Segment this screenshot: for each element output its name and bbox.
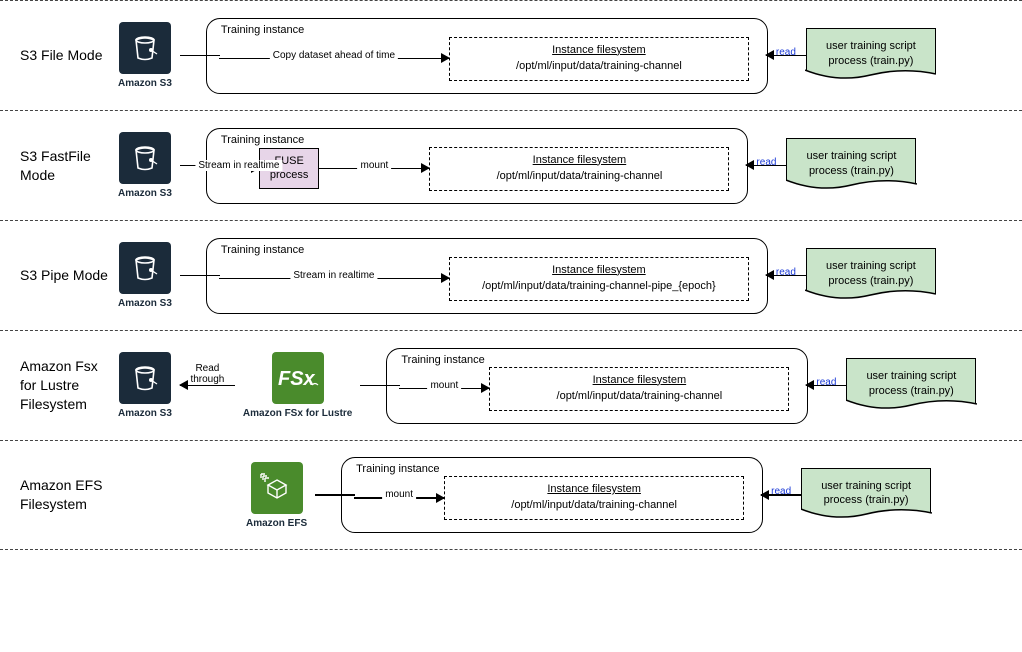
- training-instance-title: Training instance: [221, 24, 304, 36]
- filesystem-path: /opt/ml/input/data/training-channel: [444, 170, 714, 182]
- read-arrow: read: [766, 55, 806, 57]
- arrow-to-instance: mount: [354, 497, 444, 499]
- svg-text:FSx: FSx: [278, 368, 316, 390]
- service-source: Amazon S3: [118, 352, 172, 419]
- arrow-to-instance-caption: mount: [382, 489, 416, 500]
- read-caption: read: [769, 486, 793, 497]
- diagram-row: Amazon EFS Filesystem Amazon EFS Training…: [0, 440, 1022, 550]
- filesystem-path: /opt/ml/input/data/training-channel: [504, 390, 774, 402]
- diagram-row: S3 File Mode Amazon S3 Training instance C…: [0, 0, 1022, 110]
- fsx-icon: FSx: [272, 352, 324, 404]
- user-training-script: user training scriptprocess (train.py): [786, 138, 916, 193]
- back-arrow: Readthrough: [180, 385, 235, 387]
- user-training-script: user training scriptprocess (train.py): [846, 358, 976, 413]
- arrow-to-instance: Stream in realtime: [219, 168, 259, 170]
- back-arrow-caption: Readthrough: [188, 363, 226, 385]
- user-training-script: user training scriptprocess (train.py): [801, 468, 931, 523]
- filesystem-title: Instance filesystem: [459, 483, 729, 495]
- read-caption: read: [814, 377, 838, 388]
- user-training-script: user training scriptprocess (train.py): [806, 248, 936, 303]
- service-caption: Amazon S3: [118, 408, 172, 419]
- mount-arrow: mount: [319, 168, 429, 170]
- script-line-2: process (train.py): [817, 54, 925, 68]
- training-instance-title: Training instance: [221, 244, 304, 256]
- training-instance: Training instance Copy dataset ahead of t…: [206, 18, 768, 94]
- service-source: Amazon S3: [118, 132, 172, 199]
- s3-icon: [119, 242, 171, 294]
- instance-filesystem: Instance filesystem/opt/ml/input/data/tr…: [444, 476, 744, 520]
- script-line-1: user training script: [817, 259, 925, 273]
- instance-filesystem: Instance filesystem/opt/ml/input/data/tr…: [489, 367, 789, 411]
- arrow-to-instance-caption: mount: [427, 380, 461, 391]
- service-caption: Amazon S3: [118, 78, 172, 89]
- read-caption: read: [754, 157, 778, 168]
- row-label: S3 FastFile Mode: [0, 147, 110, 185]
- read-arrow: read: [766, 275, 806, 277]
- script-line-2: process (train.py): [797, 164, 905, 178]
- script-line-2: process (train.py): [817, 274, 925, 288]
- script-line-2: process (train.py): [857, 384, 965, 398]
- script-line-1: user training script: [812, 479, 920, 493]
- user-training-script: user training scriptprocess (train.py): [806, 28, 936, 83]
- row-label: S3 Pipe Mode: [0, 266, 110, 285]
- filesystem-title: Instance filesystem: [504, 374, 774, 386]
- arrow-to-instance: mount: [399, 388, 489, 390]
- training-instance-title: Training instance: [221, 134, 304, 146]
- training-instance: Training instanceStream in realtimeFUSEp…: [206, 128, 749, 204]
- instance-filesystem: Instance filesystem/opt/ml/input/data/tr…: [449, 37, 749, 81]
- service-source: Amazon S3: [118, 242, 172, 309]
- read-arrow: read: [746, 165, 786, 167]
- s3-icon: [119, 352, 171, 404]
- row-label: S3 File Mode: [0, 46, 110, 65]
- training-instance-title: Training instance: [401, 354, 484, 366]
- service-caption: Amazon EFS: [246, 518, 307, 529]
- service-source: Amazon S3: [118, 22, 172, 89]
- arrow-to-instance-caption: Stream in realtime: [195, 160, 282, 171]
- filesystem-path: /opt/ml/input/data/training-channel: [459, 499, 729, 511]
- row-label: Amazon Fsx for Lustre Filesystem: [0, 357, 110, 414]
- service-caption: Amazon S3: [118, 188, 172, 199]
- filesystem-title: Instance filesystem: [444, 154, 714, 166]
- script-line-2: process (train.py): [812, 493, 920, 507]
- mount-caption: mount: [358, 160, 392, 171]
- service-fsx: FSx Amazon FSx for Lustre: [243, 352, 352, 419]
- diagram-row: S3 FastFile Mode Amazon S3 Training insta…: [0, 110, 1022, 220]
- script-line-1: user training script: [817, 39, 925, 53]
- filesystem-path: /opt/ml/input/data/training-channel: [464, 60, 734, 72]
- arrow-to-instance-caption: Copy dataset ahead of time: [270, 50, 398, 61]
- read-caption: read: [774, 267, 798, 278]
- efs-icon: [251, 462, 303, 514]
- filesystem-path: /opt/ml/input/data/training-channel-pipe…: [464, 280, 734, 292]
- filesystem-title: Instance filesystem: [464, 44, 734, 56]
- filesystem-title: Instance filesystem: [464, 264, 734, 276]
- training-instance-title: Training instance: [356, 463, 439, 475]
- arrow-to-instance: Copy dataset ahead of time: [219, 58, 449, 60]
- s3-icon: [119, 22, 171, 74]
- read-caption: read: [774, 47, 798, 58]
- row-label: Amazon EFS Filesystem: [0, 476, 110, 514]
- arrow-to-instance-caption: Stream in realtime: [290, 270, 377, 281]
- instance-filesystem: Instance filesystem/opt/ml/input/data/tr…: [449, 257, 749, 301]
- diagram-row: Amazon Fsx for Lustre Filesystem Amazon …: [0, 330, 1022, 440]
- script-line-1: user training script: [857, 369, 965, 383]
- service-caption: Amazon S3: [118, 298, 172, 309]
- training-instance: Training instancemountInstance filesyste…: [341, 457, 763, 533]
- training-instance: Training instanceStream in realtimeInsta…: [206, 238, 768, 314]
- script-line-1: user training script: [797, 149, 905, 163]
- instance-filesystem: Instance filesystem/opt/ml/input/data/tr…: [429, 147, 729, 191]
- service-caption: Amazon FSx for Lustre: [243, 408, 352, 419]
- arrow-to-instance: Stream in realtime: [219, 278, 449, 280]
- training-instance: Training instancemountInstance filesyste…: [386, 348, 808, 424]
- diagram-row: S3 Pipe Mode Amazon S3 Training instance S…: [0, 220, 1022, 330]
- service-source: Amazon EFS: [246, 462, 307, 529]
- read-arrow: read: [761, 494, 801, 496]
- s3-icon: [119, 132, 171, 184]
- read-arrow: read: [806, 385, 846, 387]
